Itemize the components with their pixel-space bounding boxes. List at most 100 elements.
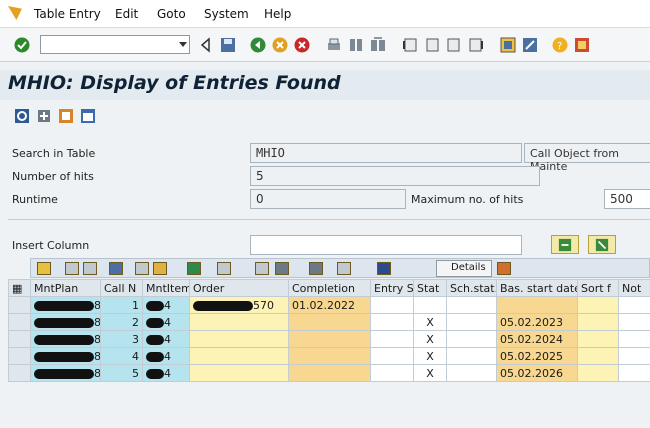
delete-column-button[interactable] bbox=[588, 235, 616, 254]
cell-completion[interactable]: 01.02.2022 bbox=[288, 296, 371, 314]
filter-icon[interactable] bbox=[135, 262, 149, 275]
cell-not[interactable] bbox=[618, 347, 650, 365]
cell-not[interactable] bbox=[618, 330, 650, 348]
cell-entry-s[interactable] bbox=[370, 347, 414, 365]
cell-call-number[interactable]: 5 bbox=[100, 364, 143, 382]
cell-sch-stat[interactable] bbox=[446, 313, 497, 331]
export-icon[interactable] bbox=[275, 262, 289, 275]
table-row[interactable]: 83 1 4 570 01.02.2022 bbox=[8, 296, 650, 314]
cell-call-number[interactable]: 2 bbox=[100, 313, 143, 331]
cell-stat[interactable] bbox=[413, 296, 447, 314]
cell-completion[interactable] bbox=[288, 313, 371, 331]
cell-order[interactable] bbox=[189, 364, 289, 382]
attachment-icon[interactable] bbox=[497, 262, 511, 275]
cell-mntplan[interactable]: 83 bbox=[30, 313, 101, 331]
first-page-icon[interactable] bbox=[402, 37, 418, 53]
column-header-order[interactable]: Order bbox=[189, 279, 289, 297]
cell-sch-stat[interactable] bbox=[446, 296, 497, 314]
menu-table-entry[interactable]: Table Entry bbox=[34, 7, 101, 21]
change-layout-icon[interactable] bbox=[309, 262, 323, 275]
sort-ascending-icon[interactable] bbox=[65, 262, 79, 275]
menu-edit[interactable]: Edit bbox=[115, 7, 138, 21]
cell-not[interactable] bbox=[618, 364, 650, 382]
row-selector[interactable] bbox=[8, 364, 31, 382]
cell-order[interactable]: 570 bbox=[189, 296, 289, 314]
back-triangle-icon[interactable] bbox=[198, 37, 214, 53]
cell-mntitem[interactable]: 4 bbox=[142, 296, 190, 314]
cell-mntplan[interactable]: 83 bbox=[30, 296, 101, 314]
next-page-icon[interactable] bbox=[446, 37, 462, 53]
cell-entry-s[interactable] bbox=[370, 296, 414, 314]
last-page-icon[interactable] bbox=[468, 37, 484, 53]
command-field[interactable] bbox=[40, 35, 190, 54]
cell-call-number[interactable]: 1 bbox=[100, 296, 143, 314]
row-selector[interactable] bbox=[8, 296, 31, 314]
column-header-mntitem[interactable]: MntItem bbox=[142, 279, 190, 297]
cell-sch-stat[interactable] bbox=[446, 330, 497, 348]
table-contents-icon[interactable] bbox=[58, 108, 74, 124]
column-header-sch-stat[interactable]: Sch.stat. bbox=[446, 279, 497, 297]
row-selector[interactable] bbox=[8, 313, 31, 331]
cell-bas-start-date[interactable]: 05.02.2023 bbox=[496, 313, 578, 331]
details-button[interactable]: Details bbox=[436, 260, 492, 277]
cell-stat[interactable]: X bbox=[413, 347, 447, 365]
cancel-icon[interactable] bbox=[294, 37, 310, 53]
cell-mntitem[interactable]: 4 bbox=[142, 313, 190, 331]
find-next-icon[interactable] bbox=[370, 37, 386, 53]
cell-mntplan[interactable]: 83 bbox=[30, 364, 101, 382]
cell-completion[interactable] bbox=[288, 364, 371, 382]
column-header-bas-start-date[interactable]: Bas. start date bbox=[496, 279, 578, 297]
cell-not[interactable] bbox=[618, 313, 650, 331]
save-icon[interactable] bbox=[220, 37, 236, 53]
cell-mntitem[interactable]: 4 bbox=[142, 347, 190, 365]
information-icon[interactable] bbox=[377, 262, 391, 275]
find-icon[interactable] bbox=[348, 37, 364, 53]
exit-icon[interactable] bbox=[272, 37, 288, 53]
cell-mntplan[interactable]: 83 bbox=[30, 347, 101, 365]
cell-bas-start-date[interactable] bbox=[496, 296, 578, 314]
column-header-call[interactable]: Call N bbox=[100, 279, 143, 297]
maximum-hits-field[interactable]: 500 bbox=[604, 189, 650, 209]
enter-check-icon[interactable] bbox=[14, 37, 30, 53]
table-row[interactable]: 83 4 4 X 05.02.2025 bbox=[8, 347, 650, 365]
cell-stat[interactable]: X bbox=[413, 330, 447, 348]
refresh-icon[interactable] bbox=[14, 108, 30, 124]
column-header-completion[interactable]: Completion bbox=[288, 279, 371, 297]
create-session-icon[interactable] bbox=[500, 37, 516, 53]
cell-sort-f[interactable] bbox=[577, 347, 619, 365]
cell-mntplan[interactable]: 83 bbox=[30, 330, 101, 348]
insert-column-field[interactable] bbox=[250, 235, 522, 255]
select-all-header[interactable]: ▦ bbox=[8, 279, 31, 297]
cell-entry-s[interactable] bbox=[370, 313, 414, 331]
previous-page-icon[interactable] bbox=[424, 37, 440, 53]
choose-layout-icon[interactable] bbox=[337, 262, 351, 275]
cell-sort-f[interactable] bbox=[577, 313, 619, 331]
table-row[interactable]: 83 2 4 X 05.02.2023 bbox=[8, 313, 650, 331]
command-dropdown-icon[interactable] bbox=[179, 42, 187, 47]
cell-completion[interactable] bbox=[288, 330, 371, 348]
menu-system[interactable]: System bbox=[204, 7, 249, 21]
print-preview-icon[interactable] bbox=[255, 262, 269, 275]
cell-sch-stat[interactable] bbox=[446, 364, 497, 382]
table-row[interactable]: 83 3 4 X 05.02.2024 bbox=[8, 330, 650, 348]
settings-icon[interactable] bbox=[36, 108, 52, 124]
cell-sort-f[interactable] bbox=[577, 364, 619, 382]
insert-column-button[interactable] bbox=[551, 235, 579, 254]
find-grid-icon[interactable] bbox=[109, 262, 123, 275]
column-header-sort-f[interactable]: Sort f bbox=[577, 279, 619, 297]
cell-mntitem[interactable]: 4 bbox=[142, 364, 190, 382]
cell-bas-start-date[interactable]: 05.02.2025 bbox=[496, 347, 578, 365]
cell-call-number[interactable]: 4 bbox=[100, 347, 143, 365]
cell-sch-stat[interactable] bbox=[446, 347, 497, 365]
customize-layout-icon[interactable] bbox=[574, 37, 590, 53]
spreadsheet-icon[interactable] bbox=[80, 108, 96, 124]
print-icon[interactable] bbox=[326, 37, 342, 53]
table-row[interactable]: 83 5 4 X 05.02.2026 bbox=[8, 364, 650, 382]
cell-completion[interactable] bbox=[288, 347, 371, 365]
column-header-entry-s[interactable]: Entry S bbox=[370, 279, 414, 297]
row-selector[interactable] bbox=[8, 330, 31, 348]
cell-stat[interactable]: X bbox=[413, 313, 447, 331]
menu-goto[interactable]: Goto bbox=[157, 7, 186, 21]
cell-not[interactable] bbox=[618, 296, 650, 314]
cell-entry-s[interactable] bbox=[370, 330, 414, 348]
